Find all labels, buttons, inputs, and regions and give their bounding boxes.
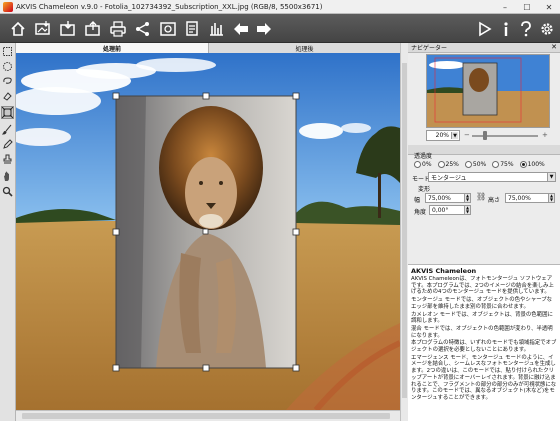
close-icon[interactable]: ✕ — [551, 43, 557, 51]
ellipse-select-icon[interactable] — [1, 60, 14, 73]
redo-arrow-icon[interactable] — [254, 19, 274, 39]
minimize-button[interactable]: – — [494, 0, 516, 14]
help-paragraph: エマージェンス モード、モンタージュ モードのように、イメージを結合し、シームレ… — [411, 354, 557, 401]
zoom-select[interactable]: 20% ▼ — [426, 130, 460, 141]
transparency-option[interactable]: 100% — [519, 160, 545, 168]
hand-icon[interactable] — [1, 170, 14, 183]
chart-icon[interactable] — [206, 19, 226, 39]
height-field[interactable]: 75,00% ▲ ▼ — [505, 193, 555, 203]
zoom-out-icon[interactable]: − — [464, 131, 470, 139]
angle-stepper[interactable]: ▲ ▼ — [464, 206, 470, 214]
zoom-row: 20% ▼ − + — [408, 130, 560, 142]
help-paragraph: モンタージュ モードでは、オブジェクトの色やシャープなエッジ部を維持したまま別の… — [411, 297, 553, 310]
zoom-in-icon[interactable]: + — [542, 131, 548, 139]
share-icon[interactable] — [133, 19, 153, 39]
angle-label: 角度 — [414, 209, 427, 216]
view-tabs: 処理前 処理後 — [16, 43, 400, 53]
upload-icon[interactable] — [83, 19, 103, 39]
horizontal-scrollbar[interactable] — [16, 410, 400, 421]
gear-icon[interactable] — [537, 19, 557, 39]
settings-doc-icon[interactable] — [183, 19, 203, 39]
navigator-header: ナビゲーター ✕ — [408, 43, 560, 53]
transparency-option-label: 0% — [422, 160, 432, 168]
angle-field[interactable]: 0,00° ▲ ▼ — [429, 205, 471, 215]
radio-button[interactable] — [492, 160, 500, 168]
navigator-thumbnail[interactable] — [426, 54, 550, 128]
transparency-option[interactable]: 25% — [437, 160, 459, 168]
vertical-scrollbar[interactable] — [400, 43, 408, 421]
eraser-icon[interactable] — [1, 90, 14, 103]
transparency-radio-group: 0% 25% 50% 75% 100% — [414, 159, 560, 169]
image-adjust-icon[interactable] — [158, 19, 178, 39]
angle-value: 0,00° — [432, 206, 449, 214]
save-image-icon[interactable] — [58, 19, 78, 39]
width-field[interactable]: 75,00% ▲ ▼ — [425, 193, 471, 203]
chevron-down-icon[interactable]: ▼ — [547, 173, 555, 181]
zoom-slider-handle[interactable] — [483, 131, 488, 140]
tab-after[interactable]: 処理後 — [209, 43, 400, 53]
help-panel: AKVIS Chameleon AKVIS Chameleonは、フォトモンター… — [408, 264, 560, 421]
transparency-option-label: 25% — [445, 160, 459, 168]
help-icon[interactable] — [516, 19, 536, 39]
mode-value: モンタージュ — [431, 174, 467, 182]
run-play-icon[interactable] — [474, 19, 494, 39]
lasso-icon[interactable] — [1, 75, 14, 88]
stamp-icon[interactable] — [1, 153, 14, 166]
transparency-option-label: 75% — [500, 160, 514, 168]
transparency-option[interactable]: 75% — [492, 160, 514, 168]
width-label: 幅 — [414, 197, 421, 204]
help-paragraph: カメレオン モードでは、オブジェクトは、背景の色範囲に調和します。 — [411, 311, 553, 325]
transparency-option-label: 100% — [527, 160, 545, 168]
rect-select-icon[interactable] — [1, 45, 14, 58]
open-image-icon[interactable] — [33, 19, 53, 39]
transparency-option[interactable]: 0% — [414, 160, 432, 168]
zoom-value: 20% — [435, 132, 449, 139]
zoom-slider[interactable] — [472, 135, 538, 137]
print-icon[interactable] — [108, 19, 128, 39]
height-stepper[interactable]: ▲ ▼ — [548, 194, 554, 202]
title-bar: AKVIS Chameleon v.9.0 - Fotolia_10273439… — [0, 0, 560, 14]
main-toolbar — [0, 14, 560, 43]
scrollbar-thumb[interactable] — [22, 413, 390, 419]
tool-palette — [0, 43, 16, 421]
navigator-title: ナビゲーター — [411, 45, 448, 52]
help-paragraph: AKVIS Chameleonは、フォトモンタージュ ソフトウェアです。本プログ… — [411, 276, 554, 296]
width-value: 75,00% — [428, 194, 451, 202]
app-logo-icon — [3, 1, 13, 12]
home-icon[interactable] — [8, 19, 28, 39]
height-label: 高さ — [488, 197, 501, 204]
mode-select[interactable]: モンタージュ ▼ — [428, 172, 556, 182]
zoom-icon[interactable] — [1, 185, 14, 198]
chevron-down-icon[interactable]: ▼ — [451, 132, 458, 139]
radio-button[interactable] — [437, 160, 445, 168]
savanna-lion-image — [16, 53, 400, 410]
undo-arrow-icon[interactable] — [231, 19, 251, 39]
link-chain-icon[interactable]: ⛓ — [476, 192, 486, 201]
transparency-option[interactable]: 50% — [464, 160, 487, 168]
window-title: AKVIS Chameleon v.9.0 - Fotolia_10273439… — [16, 2, 323, 11]
radio-button[interactable] — [414, 160, 421, 168]
help-title: AKVIS Chameleon — [411, 267, 477, 275]
settings-panel: ナビゲーター ✕ 20% ▼ − + 透過度 0% 25% 50% 75% 100% モ… — [408, 43, 560, 421]
radio-button[interactable] — [464, 160, 472, 168]
radio-button[interactable] — [519, 160, 527, 168]
width-stepper[interactable]: ▲ ▼ — [464, 194, 470, 202]
maximize-button[interactable]: ☐ — [516, 0, 538, 14]
info-icon[interactable] — [496, 19, 516, 39]
brush-icon[interactable] — [1, 123, 14, 136]
transform-label: 変形 — [418, 186, 431, 193]
tab-before[interactable]: 処理前 — [16, 43, 209, 53]
height-value: 75,00% — [508, 194, 531, 202]
scrollbar-thumb[interactable] — [402, 63, 407, 398]
transform-icon[interactable] — [1, 106, 14, 119]
help-paragraph: 本プログラムの特徴は、いずれのモードでも領域指定でオブジェクトの選択を必要としな… — [411, 340, 557, 354]
image-canvas[interactable] — [16, 53, 400, 410]
help-paragraph: 混合 モードでは、オブジェクトの色範囲が変わり、半透明になります。 — [411, 325, 553, 339]
transparency-option-label: 50% — [472, 160, 487, 168]
pencil-icon[interactable] — [1, 138, 14, 151]
close-button[interactable]: ✕ — [538, 0, 560, 14]
